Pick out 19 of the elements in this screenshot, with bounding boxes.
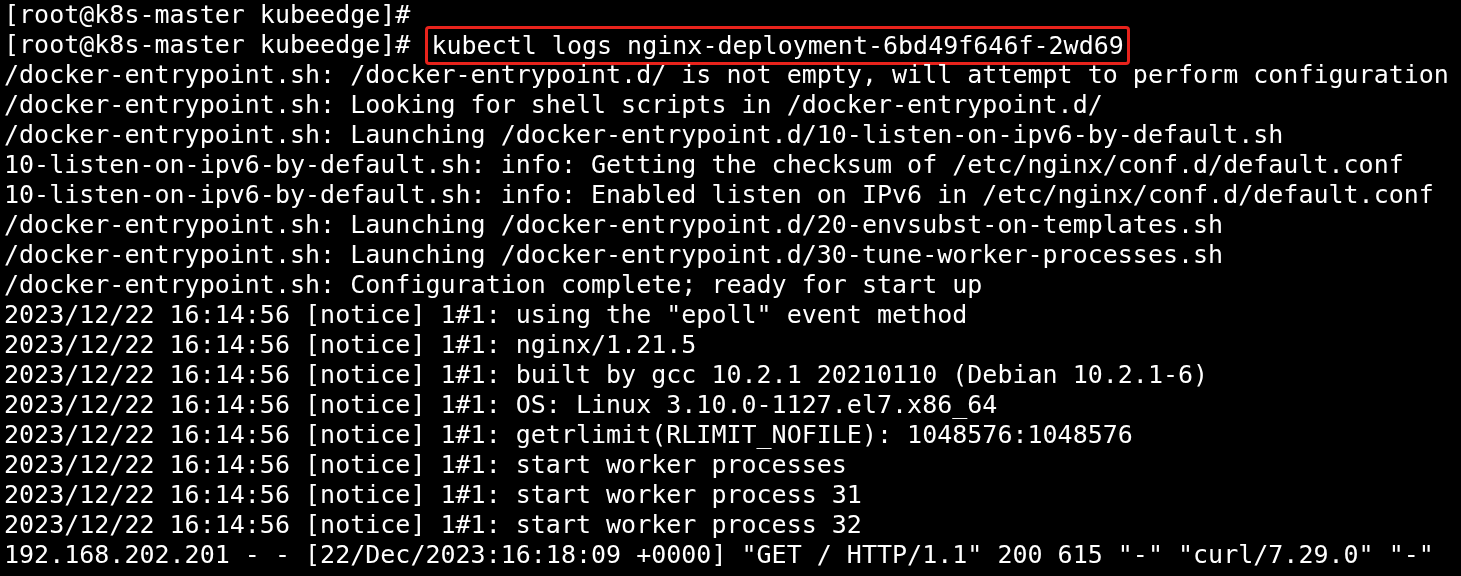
log-line: 2023/12/22 16:14:56 [notice] 1#1: built by gcc 10.2.1 20210110 (Debian 10.2.1-6): [4, 360, 1209, 390]
log-line: /docker-entrypoint.sh: Launching /docker-entrypoint.d/30-tune-worker-processes.sh: [4, 240, 1224, 270]
log-line: 2023/12/22 16:14:56 [notice] 1#1: start worker process 32: [4, 510, 862, 540]
log-line: 2023/12/22 16:14:56 [notice] 1#1: start worker processes: [4, 450, 847, 480]
highlighted-command: kubectl logs nginx-deployment-6bd49f646f-2wd69: [425, 25, 1130, 65]
shell-prompt: [root@k8s-master kubeedge]#: [4, 30, 411, 60]
log-line: 10-listen-on-ipv6-by-default.sh: info: Getting the checksum of /etc/nginx/conf.d/default.conf: [4, 150, 1404, 180]
log-line: 2023/12/22 16:14:56 [notice] 1#1: OS: Linux 3.10.0-1127.el7.x86_64: [4, 390, 998, 420]
log-line: 10-listen-on-ipv6-by-default.sh: info: Enabled listen on IPv6 in /etc/nginx/conf.d/default.conf: [4, 180, 1434, 210]
log-line: 2023/12/22 16:14:56 [notice] 1#1: nginx/1.21.5: [4, 330, 697, 360]
log-line: /docker-entrypoint.sh: Configuration complete; ready for start up: [4, 270, 983, 300]
log-line: /docker-entrypoint.sh: Launching /docker-entrypoint.d/20-envsubst-on-templates.sh: [4, 210, 1224, 240]
log-line: 2023/12/22 16:14:56 [notice] 1#1: using the "epoll" event method: [4, 300, 968, 330]
log-line: 2023/12/22 16:14:56 [notice] 1#1: getrlimit(RLIMIT_NOFILE): 1048576:1048576: [4, 420, 1133, 450]
log-line: 192.168.202.201 - - [22/Dec/2023:16:18:09 +0000] "GET / HTTP/1.1" 200 615 "-" "curl/7.29.0" "-": [4, 540, 1434, 570]
log-line: /docker-entrypoint.sh: Launching /docker-entrypoint.d/10-listen-on-ipv6-by-default.sh: [4, 120, 1284, 150]
shell-prompt: [root@k8s-master kubeedge]#: [4, 0, 411, 30]
log-line: 2023/12/22 16:14:56 [notice] 1#1: start worker process 31: [4, 480, 862, 510]
log-line: /docker-entrypoint.sh: Looking for shell scripts in /docker-entrypoint.d/: [4, 90, 1103, 120]
